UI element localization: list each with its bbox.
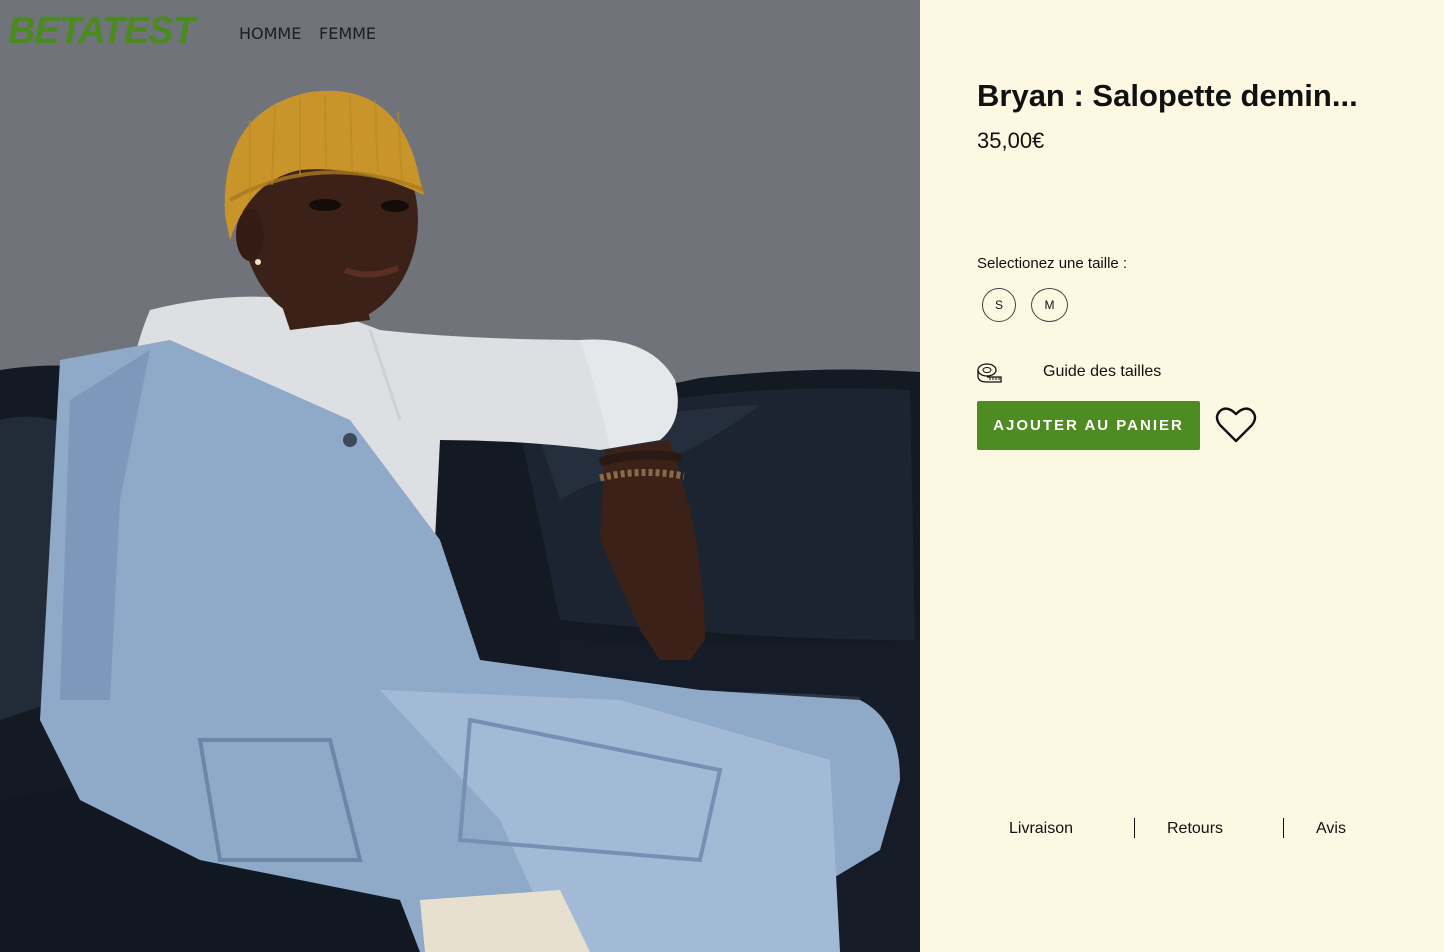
size-option-m[interactable]: M xyxy=(1031,288,1068,322)
link-avis[interactable]: Avis xyxy=(1316,820,1346,838)
product-photo: BETATEST HOMME FEMME xyxy=(0,0,920,952)
divider xyxy=(1283,818,1284,838)
link-livraison[interactable]: Livraison xyxy=(1009,820,1073,838)
product-price: 35,00€ xyxy=(977,128,1045,153)
info-links: Livraison Retours Avis xyxy=(920,818,1444,842)
product-title: Bryan : Salopette demin... xyxy=(977,78,1358,113)
size-guide-label: Guide des tailles xyxy=(1043,363,1162,380)
divider xyxy=(1134,818,1135,838)
size-guide-link[interactable]: Guide des tailles xyxy=(977,360,1197,386)
top-navigation: BETATEST HOMME FEMME xyxy=(0,0,920,64)
nav-link-femme[interactable]: FEMME xyxy=(319,24,376,43)
size-prompt: Selectionez une taille : xyxy=(977,255,1128,272)
product-photo-illustration xyxy=(0,0,920,952)
link-retours[interactable]: Retours xyxy=(1167,820,1223,838)
heart-icon[interactable] xyxy=(1215,405,1257,445)
add-to-cart-button[interactable]: AJOUTER AU PANIER xyxy=(977,401,1200,450)
brand-logo[interactable]: BETATEST xyxy=(8,10,196,53)
nav-link-homme[interactable]: HOMME xyxy=(239,24,301,43)
product-details: Bryan : Salopette demin... 35,00€ Select… xyxy=(920,0,1444,952)
measuring-tape-icon xyxy=(977,362,1003,389)
size-option-s[interactable]: S xyxy=(982,288,1016,322)
